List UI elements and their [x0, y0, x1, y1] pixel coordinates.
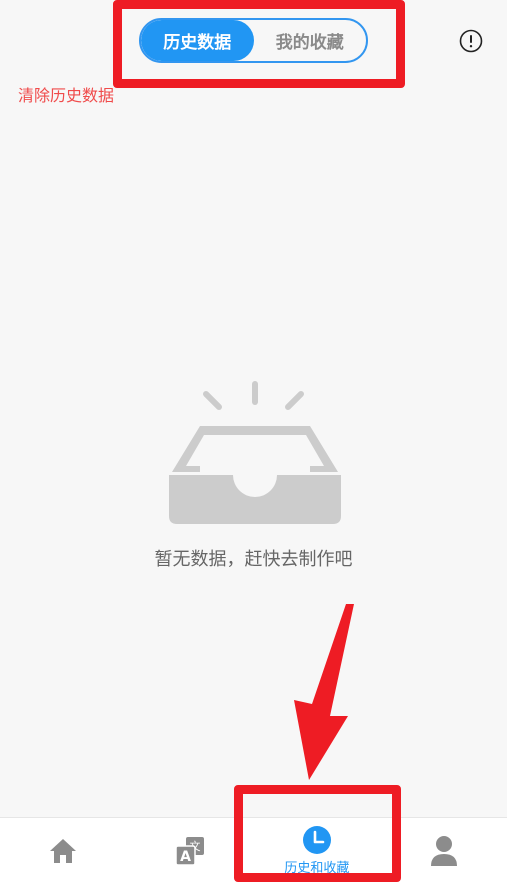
tab-history-favorites-label: 历史和收藏 — [284, 861, 350, 876]
bottom-tab-bar: 文 A 历史和收藏 — [0, 817, 507, 883]
clear-history-link[interactable]: 清除历史数据 — [18, 82, 114, 106]
clock-icon — [302, 825, 332, 855]
tab-history-favorites[interactable]: 历史和收藏 — [254, 818, 381, 883]
translate-icon: 文 A — [175, 836, 205, 866]
empty-state-message: 暂无数据，赶快去制作吧 — [154, 549, 353, 570]
empty-inbox-icon — [160, 378, 350, 528]
tab-translate[interactable]: 文 A — [127, 818, 254, 883]
svg-text:A: A — [180, 849, 191, 865]
annotation-arrow — [294, 604, 354, 780]
tab-profile[interactable] — [380, 818, 507, 883]
user-icon — [430, 835, 458, 867]
home-icon — [48, 837, 78, 865]
info-circle-icon[interactable] — [459, 29, 483, 53]
history-favorites-segment: 历史数据 我的收藏 — [139, 18, 368, 63]
tab-history-data[interactable]: 历史数据 — [141, 20, 254, 61]
tab-my-favorites[interactable]: 我的收藏 — [254, 20, 367, 61]
tab-home[interactable] — [0, 818, 127, 883]
